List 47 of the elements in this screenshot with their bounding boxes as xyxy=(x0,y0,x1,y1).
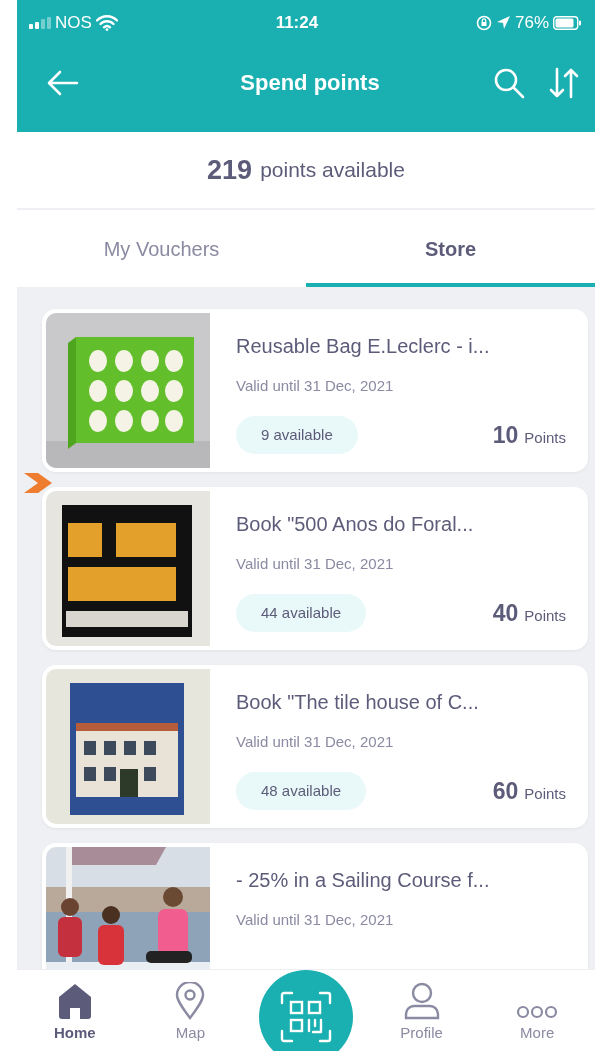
availability-badge: 44 available xyxy=(236,593,367,632)
points-cost: 60 xyxy=(492,776,519,806)
map-pin-icon xyxy=(175,981,206,1020)
availability-badge: 48 available xyxy=(236,771,367,810)
points-cost: 40 xyxy=(492,598,519,628)
search-button[interactable] xyxy=(493,66,525,99)
signal-icon xyxy=(29,16,51,29)
status-time: 11:24 xyxy=(275,11,319,34)
wifi-icon xyxy=(95,14,118,31)
points-unit: Points xyxy=(524,605,566,626)
nav-tab[interactable]: Profile xyxy=(363,979,480,1044)
search-icon xyxy=(493,66,525,99)
voucher-title: Book "The tile house of C... xyxy=(236,690,480,715)
voucher-title: - 25% in a Sailing Course f... xyxy=(236,868,491,893)
validity-date: Valid until 31 Dec, 2021 xyxy=(236,376,395,396)
tab[interactable]: My Vouchers xyxy=(17,210,306,287)
nav-tab[interactable]: More xyxy=(479,979,595,1044)
rotation-lock-icon xyxy=(475,14,492,31)
validity-date: Valid until 31 Dec, 2021 xyxy=(236,732,395,752)
battery-percent: 76% xyxy=(514,11,549,34)
battery-icon xyxy=(553,15,581,30)
validity-date: Valid until 31 Dec, 2021 xyxy=(236,554,395,574)
validity-date: Valid until 31 Dec, 2021 xyxy=(236,910,395,930)
sort-icon xyxy=(549,66,579,99)
voucher-card[interactable]: Book "500 Anos do Foral... Valid until 31 Dec, 2021 44 available 40 Points xyxy=(42,487,588,650)
availability-badge: 9 available xyxy=(236,415,358,454)
location-arrow-icon xyxy=(495,15,511,30)
qr-code-icon xyxy=(280,991,332,1043)
points-unit: Points xyxy=(524,427,566,448)
voucher-title: Reusable Bag E.Leclerc - i... xyxy=(236,334,491,359)
back-button[interactable] xyxy=(47,69,79,96)
points-balance: 219 xyxy=(207,153,253,187)
voucher-card[interactable]: - 25% in a Sailing Course f... Valid until 31 Dec, 2021 xyxy=(42,843,588,969)
back-arrow-icon xyxy=(47,69,79,96)
points-unit: Points xyxy=(524,783,566,804)
voucher-title: Book "500 Anos do Foral... xyxy=(236,512,475,537)
voucher-card[interactable]: Book "The tile house of C... Valid until 31 Dec, 2021 48 available 60 Points xyxy=(42,665,588,828)
nav-tab[interactable]: Map xyxy=(132,979,249,1044)
nav-tab[interactable]: Home xyxy=(17,979,133,1044)
points-cost: 10 xyxy=(492,420,519,450)
person-icon xyxy=(402,981,441,1020)
sort-button[interactable] xyxy=(549,66,579,99)
voucher-card[interactable]: Reusable Bag E.Leclerc - i... Valid until 31 Dec, 2021 9 available 10 Points xyxy=(42,309,588,472)
points-label: points available xyxy=(260,157,405,184)
screen-title: Spend points xyxy=(240,69,380,97)
more-icon xyxy=(516,1003,559,1020)
carrier-name: NOS xyxy=(55,11,92,34)
